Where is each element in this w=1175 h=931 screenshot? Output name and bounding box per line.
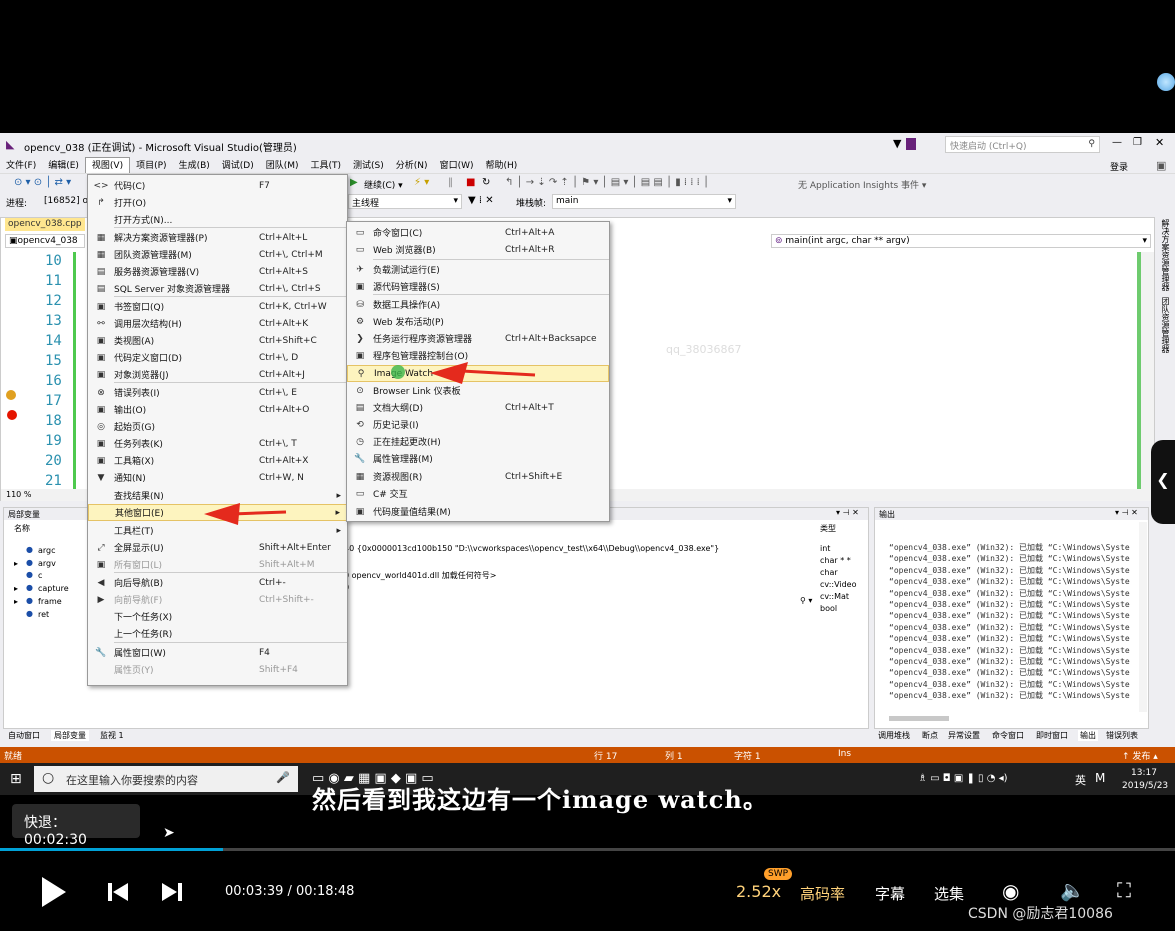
play-icon[interactable] bbox=[38, 875, 68, 909]
caption-button[interactable]: 字幕 bbox=[875, 883, 905, 904]
fullscreen-icon[interactable]: ⛶ bbox=[1117, 878, 1131, 902]
arrow-to-image-watch bbox=[461, 369, 536, 377]
floating-ball-icon[interactable] bbox=[1157, 73, 1175, 91]
cursor-highlight-icon bbox=[391, 365, 405, 379]
player-controls: 00:03:39 / 00:18:48 SWP 2.52x 高码率 字幕 选集 … bbox=[0, 851, 1175, 931]
previous-icon[interactable] bbox=[106, 881, 130, 903]
time-display: 00:03:39 / 00:18:48 bbox=[225, 884, 355, 899]
next-icon[interactable] bbox=[160, 881, 184, 903]
csdn-watermark: CSDN @励志君10086 bbox=[968, 906, 1113, 922]
volume-icon[interactable]: 🔈 bbox=[1060, 878, 1085, 902]
speed-button[interactable]: 2.52x bbox=[736, 882, 781, 901]
settings-icon[interactable]: ◉ bbox=[1002, 879, 1019, 903]
video-subtitle: 然后看到我这边有一个image watch。 bbox=[312, 785, 768, 814]
arrow-head-other-windows bbox=[204, 503, 240, 525]
annotation-arrows bbox=[204, 362, 536, 525]
fast-back-toast: 快退：00:02:30 bbox=[12, 804, 140, 848]
arrow-to-other-windows bbox=[231, 510, 287, 516]
visual-studio-window: ◣ opencv_038 (正在调试) - Microsoft Visual S… bbox=[0, 133, 1175, 795]
arrow-head-image-watch bbox=[430, 362, 468, 384]
episode-button[interactable]: 选集 bbox=[934, 883, 964, 904]
mouse-cursor-icon: ➤ bbox=[163, 825, 175, 841]
swp-badge: SWP bbox=[764, 868, 793, 880]
quality-button[interactable]: 高码率 bbox=[800, 883, 845, 904]
